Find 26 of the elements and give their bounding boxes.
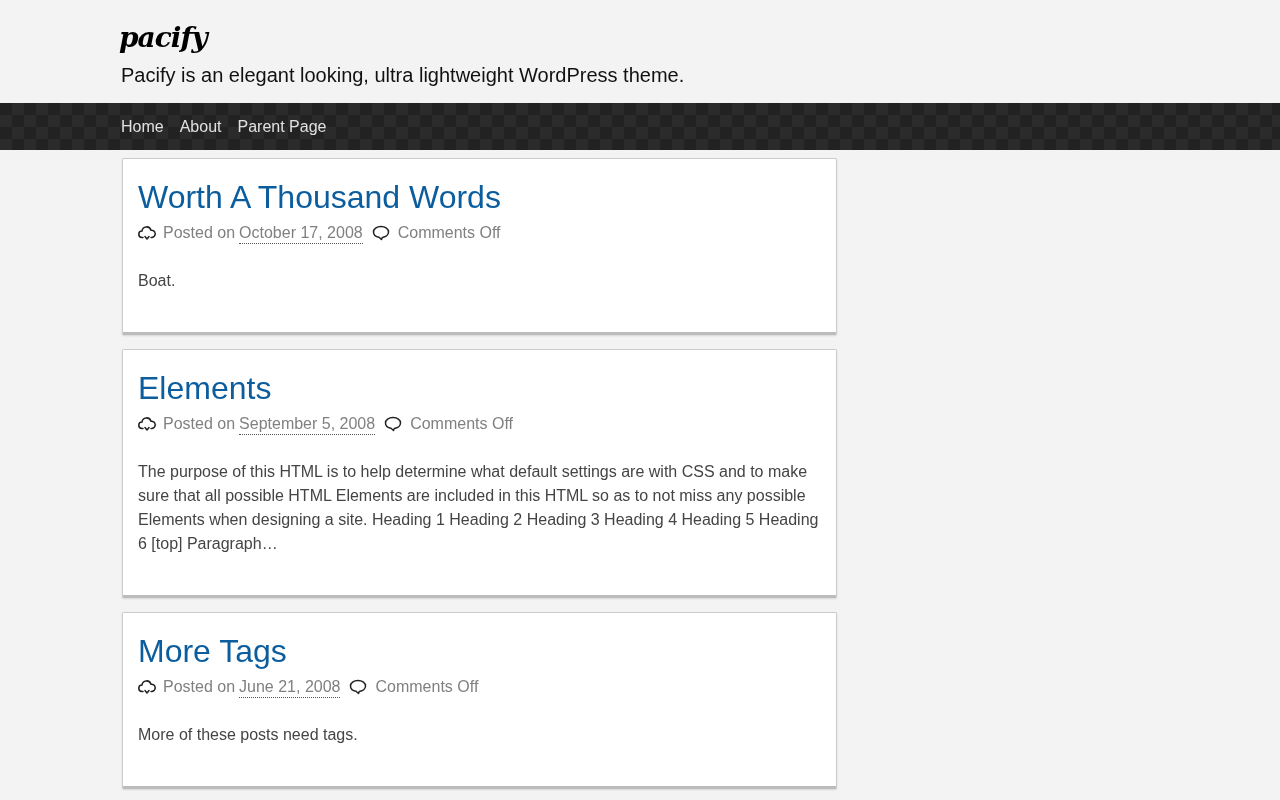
post-date-link[interactable]: October 17, 2008 bbox=[239, 222, 363, 244]
post-excerpt: Boat. bbox=[138, 271, 177, 291]
post-date-link[interactable]: September 5, 2008 bbox=[239, 413, 376, 435]
post-title-link[interactable]: Elements bbox=[138, 368, 272, 408]
comments-status: Comments Off bbox=[397, 223, 501, 243]
nav-link[interactable]: Home bbox=[121, 114, 164, 139]
cloud-icon bbox=[138, 416, 156, 432]
speech-bubble-icon bbox=[384, 416, 403, 432]
cloud-icon bbox=[138, 679, 156, 695]
post-date-link[interactable]: June 21, 2008 bbox=[239, 676, 341, 698]
post-excerpt: More of these posts need tags. bbox=[138, 725, 359, 745]
speech-bubble-icon bbox=[371, 225, 390, 241]
post-title-link[interactable]: Worth A Thousand Words bbox=[138, 177, 501, 217]
post-title-link[interactable]: More Tags bbox=[138, 631, 287, 671]
comments-status: Comments Off bbox=[375, 677, 479, 697]
posted-on-label: Posted on bbox=[163, 677, 236, 697]
posted-on-label: Posted on bbox=[163, 223, 236, 243]
site-tagline: Pacify is an elegant looking, ultra lightweight WordPress theme. bbox=[121, 63, 685, 87]
comments-status: Comments Off bbox=[410, 414, 513, 434]
cloud-icon bbox=[138, 225, 156, 241]
posted-on-label: Posted on bbox=[163, 414, 236, 434]
nav-link[interactable]: About bbox=[179, 114, 222, 139]
post-excerpt: The purpose of this HTML is to help determine what default settings are with CSS and to make sure that all possible HTML Elements are included in this HTML so as to not miss any possible Elements when designing a site. Heading 1 Heading 2 Heading 3 Heading 4 Heading 5 Heading 6 [top] Paragraph… bbox=[138, 462, 820, 554]
site-logo[interactable]: pacify bbox=[119, 19, 207, 57]
nav-link[interactable]: Parent Page bbox=[237, 114, 327, 139]
speech-bubble-icon bbox=[349, 679, 368, 695]
